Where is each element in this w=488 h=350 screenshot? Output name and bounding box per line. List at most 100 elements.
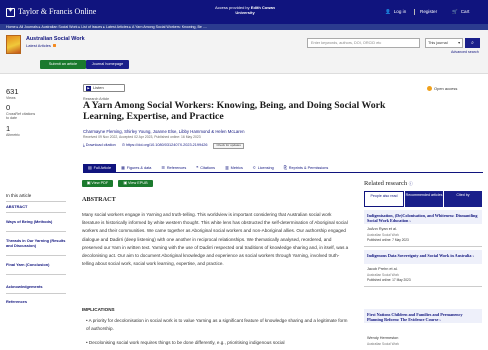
search-icon: ⌕	[471, 40, 474, 46]
tab-label: Citations	[200, 166, 216, 170]
related-title-link[interactable]: Indigenisation, (De)Colonisation, and Wh…	[364, 210, 482, 225]
sidebar-item-acknowledgements[interactable]: Acknowledgements	[6, 284, 66, 290]
tab-full-article[interactable]: ▤ Full Article	[83, 164, 117, 172]
play-icon: ▶	[86, 85, 91, 91]
journal-bar: Australian Social Work Latest Articles S…	[0, 30, 488, 74]
article-tabs: ▤ Full Article ▦ Figures & data ☰ Reference…	[83, 164, 483, 173]
register-link[interactable]: Register	[420, 9, 437, 15]
search-input[interactable]: Enter keywords, authors, DOI, ORCID etc	[307, 38, 420, 48]
chevron-right-icon: ›	[439, 317, 441, 322]
implications-heading: IMPLICATIONS	[82, 307, 115, 312]
brand-logo[interactable]: ✦ Taylor & Francis Online	[6, 7, 96, 17]
bullet-text: A priority for decolonisation in social …	[86, 318, 348, 332]
sidebar-title: In this article	[6, 193, 32, 198]
sidebar-divider	[6, 201, 66, 202]
tab-references[interactable]: ☰ References	[156, 164, 191, 172]
download-citation-label: Download citation	[85, 143, 116, 148]
article-dates: Received 09 Nov 2022, Accepted 02 Apr 20…	[83, 135, 201, 139]
related-title-label: Related research	[364, 180, 408, 187]
view-pdf-button[interactable]: ▣ View PDF	[82, 180, 113, 187]
journal-title[interactable]: Australian Social Work	[26, 36, 85, 43]
reprint-icon: ⎘	[283, 166, 287, 170]
related-published: Published online: 7 May 2023	[367, 238, 409, 243]
journal-cover-image[interactable]	[6, 35, 21, 54]
document-icon: ▤	[88, 166, 92, 170]
related-title-link[interactable]: Indigenous Data Sovereignty and Social W…	[364, 250, 482, 260]
related-title-text: First Nations Children and Families and …	[367, 312, 463, 322]
related-author[interactable]: Jacob Prehn et al.	[364, 264, 482, 272]
tab-reprints[interactable]: ⎘ Reprints & Permissions	[279, 164, 334, 172]
tab-cited-by[interactable]: Cited by	[444, 191, 482, 207]
check-for-updates-button[interactable]: Check for updates	[213, 143, 244, 149]
latest-label: Latest Articles	[26, 43, 51, 48]
access-info: Access provided by Edith Cowan Universit…	[205, 5, 285, 15]
related-divider	[364, 286, 482, 287]
abstract-heading: ABSTRACT	[82, 196, 116, 203]
sidebar-divider	[6, 231, 66, 232]
abstract-body: Many social workers engage in Yarning an…	[82, 212, 349, 267]
altmetric-label: Altmetric	[6, 133, 20, 137]
search-scope-select[interactable]: This journal ▾	[425, 38, 463, 48]
author-list[interactable]: Charmayne Fleming, Shirley Young, Joanne…	[83, 129, 413, 135]
tab-label: Metrics	[230, 166, 243, 170]
sidebar-item-methods[interactable]: Ways of Being (Methods)	[6, 219, 66, 225]
tab-label: References	[166, 166, 187, 170]
submit-article-button[interactable]: Submit an article	[40, 60, 86, 69]
related-item-title[interactable]: First Nations Children and Families and …	[364, 309, 482, 323]
sidebar-item-references[interactable]: References	[6, 299, 66, 305]
implication-bullet: • Decolonising social work requires thin…	[86, 339, 350, 347]
sidebar-divider	[6, 212, 66, 213]
related-title-link[interactable]: First Nations Children and Families and …	[364, 309, 482, 324]
header-divider	[414, 9, 415, 15]
open-access-icon	[427, 86, 432, 92]
related-item-title[interactable]: Indigenisation, (De)Colonisation, and Wh…	[364, 210, 482, 224]
open-access-label: Open access	[434, 86, 458, 91]
view-pdf-label: View PDF	[91, 181, 109, 185]
tab-label: Figures & data	[126, 166, 152, 170]
related-author[interactable]: JoAnn Ryan et al.	[364, 224, 482, 232]
article-title: A Yarn Among Social Workers: Knowing, Be…	[83, 100, 386, 122]
sidebar-divider	[6, 293, 66, 294]
tab-licensing[interactable]: © Licensing	[248, 164, 279, 172]
tab-recommended-articles[interactable]: Recommended articles	[405, 191, 443, 207]
access-line2: University	[235, 10, 255, 15]
register-label: Register	[420, 9, 438, 14]
download-citation-link[interactable]: ⤓ Download citation	[83, 143, 116, 148]
license-icon: ©	[252, 166, 256, 170]
article-links: ⤓ Download citation ⊙ https://doi.org/10…	[83, 143, 244, 149]
bullet-text: Decolonising social work requires things…	[88, 340, 285, 345]
listen-button[interactable]: ▶ Listen	[83, 84, 125, 92]
search-button[interactable]: ⌕	[465, 38, 480, 48]
sidebar-item-conclusion[interactable]: Final Yarn (Conclusion)	[6, 262, 66, 268]
related-item-meta: Jacob Prehn et al. Australian Social Wor…	[364, 264, 482, 284]
top-bar: ✦ Taylor & Francis Online Access provide…	[0, 0, 488, 24]
related-item-title[interactable]: Indigenous Data Sovereignty and Social W…	[364, 250, 482, 264]
info-icon[interactable]: ⓘ	[409, 181, 413, 186]
latest-articles-link[interactable]: Latest Articles	[26, 43, 57, 48]
doi-label: https://doi.org/10.1080/0312407X.2023.21…	[125, 143, 208, 148]
tab-people-also-read[interactable]: People also read	[364, 191, 404, 207]
cart-link[interactable]: 🛒 Cart	[452, 9, 469, 15]
tab-label: Full Article	[93, 166, 112, 170]
related-published: Published online: 17 May 2023	[367, 278, 411, 283]
tab-citations[interactable]: ❝ Citations	[191, 164, 220, 172]
implication-bullet: • A priority for decolonisation in socia…	[86, 317, 350, 333]
chevron-right-icon: ›	[472, 253, 474, 258]
user-icon: 👤	[385, 9, 391, 14]
related-item-meta: JoAnn Ryan et al. Australian Social Work…	[364, 224, 482, 244]
related-divider	[364, 246, 482, 247]
sidebar-divider	[6, 274, 66, 275]
bar-icon: ▥	[225, 166, 229, 170]
tab-metrics[interactable]: ▥ Metrics	[220, 164, 248, 172]
advanced-search-link[interactable]: Advanced search	[451, 50, 479, 55]
cart-icon: 🛒	[452, 9, 458, 14]
sidebar-item-results[interactable]: Threads in Our Yarning (Results and Disc…	[6, 238, 66, 248]
journal-homepage-button[interactable]: Journal homepage	[86, 60, 129, 69]
doi-link[interactable]: ⊙ https://doi.org/10.1080/0312407X.2023.…	[122, 143, 208, 148]
view-epub-button[interactable]: ▣ View EPUB	[118, 180, 153, 187]
tab-figures-data[interactable]: ▦ Figures & data	[116, 164, 156, 172]
login-link[interactable]: 👤 Log in	[385, 9, 406, 15]
related-author[interactable]: Wendy Hermeston	[364, 333, 482, 341]
sidebar-item-abstract[interactable]: ABSTRACT	[6, 204, 66, 210]
open-access-badge: Open access	[427, 86, 458, 92]
